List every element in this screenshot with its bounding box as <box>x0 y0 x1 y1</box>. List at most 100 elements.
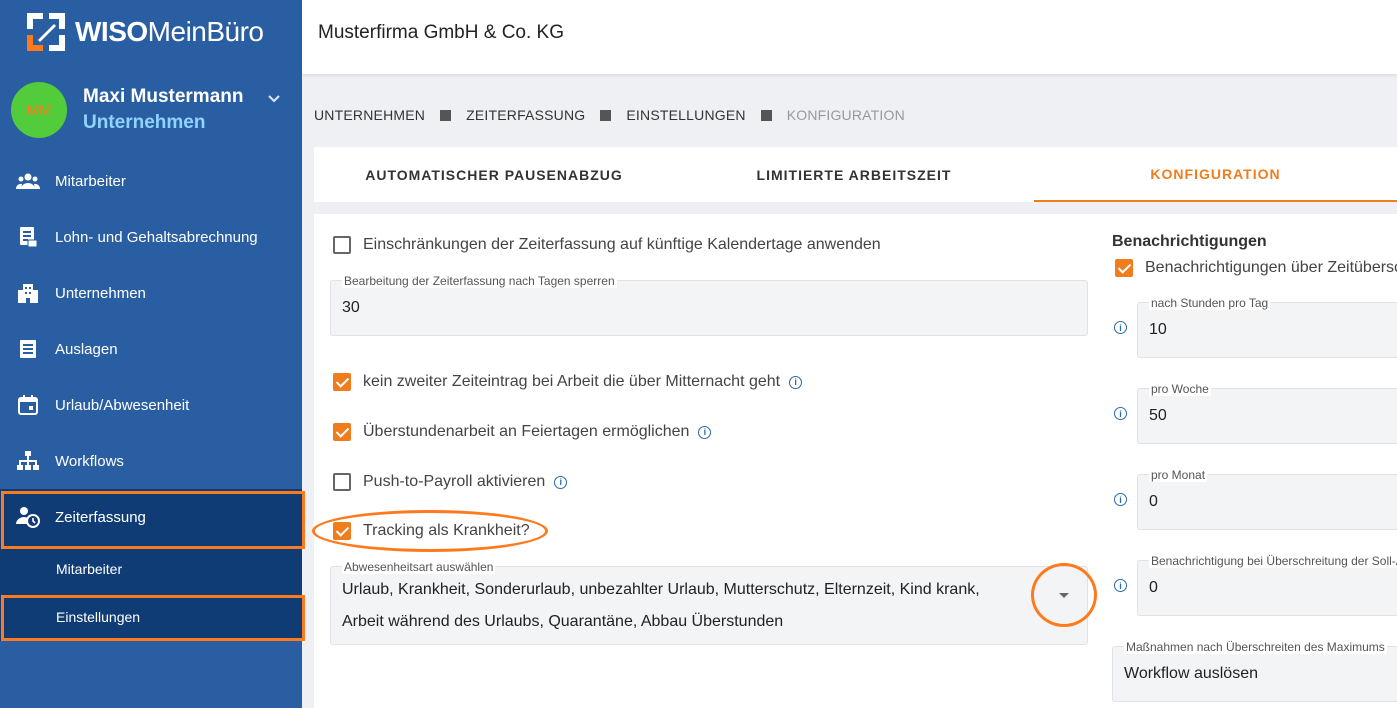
brand-logo[interactable]: WISOMeinBüro <box>27 12 264 52</box>
payroll-icon <box>16 225 40 249</box>
measures-label: Maßnahmen nach Überschreiten des Maximum… <box>1124 640 1387 654</box>
sidebar-item-label: Lohn- und Gehaltsabrechnung <box>55 228 258 246</box>
breadcrumb-item[interactable]: ZEITERFASSUNG <box>466 107 585 123</box>
people-icon <box>16 169 40 193</box>
absence-type-value-line2: Arbeit während des Urlaubs, Quarantäne, … <box>342 613 784 630</box>
absence-type-value-line1: Urlaub, Krankheit, Sonderurlaub, unbezah… <box>342 581 980 598</box>
hours-per-week-value: 50 <box>1149 407 1167 424</box>
sidebar-item-urlaub[interactable]: Urlaub/Abwesenheit <box>0 377 302 433</box>
tab-pausenabzug[interactable]: AUTOMATISCHER PAUSENABZUG <box>314 147 674 202</box>
brand-name-bold: WISO <box>75 16 148 47</box>
highlight-ellipse <box>1031 563 1097 627</box>
sidebar-item-lohn[interactable]: Lohn- und Gehaltsabrechnung <box>0 209 302 265</box>
info-icon[interactable]: i <box>1114 321 1127 334</box>
lock-days-field[interactable]: Bearbeitung der Zeiterfassung nach Tagen… <box>330 274 1088 336</box>
measures-value: Workflow auslösen <box>1124 665 1258 682</box>
company-name: Musterfirma GmbH & Co. KG <box>318 22 564 43</box>
chevron-down-icon[interactable] <box>267 92 281 106</box>
sidebar-item-zeiterfassung[interactable]: Zeiterfassung <box>0 489 305 549</box>
calendar-icon <box>16 393 40 417</box>
breadcrumb-item[interactable]: UNTERNEHMEN <box>314 107 425 123</box>
hours-per-day-label: nach Stunden pro Tag <box>1149 296 1271 310</box>
target-exceed-value: 0 <box>1149 579 1158 596</box>
receipt-icon <box>16 337 40 361</box>
lock-days-label: Bearbeitung der Zeiterfassung nach Tagen… <box>342 274 617 288</box>
sidebar-item-label: Mitarbeiter <box>55 172 126 190</box>
midnight-checkbox-row[interactable]: kein zweiter Zeiteintrag bei Arbeit die … <box>333 373 803 391</box>
info-icon[interactable]: i <box>1114 407 1127 420</box>
sidebar-nav: Mitarbeiter Lohn- und Gehaltsabrechnung … <box>0 153 305 641</box>
breadcrumb-separator <box>760 109 772 121</box>
brand-name-rest: MeinBüro <box>147 16 264 47</box>
restrict-checkbox[interactable] <box>333 236 351 254</box>
hours-per-month-label: pro Monat <box>1149 468 1208 482</box>
hours-per-month-value: 0 <box>1149 493 1158 510</box>
subnav-item-einstellungen[interactable]: Einstellungen <box>0 593 305 641</box>
midnight-checkbox[interactable] <box>333 373 351 391</box>
user-menu[interactable]: MM Maxi Mustermann Unternehmen <box>11 82 280 138</box>
tab-arbeitszeit[interactable]: LIMITIERTE ARBEITSZEIT <box>674 147 1034 202</box>
overtime-label: Benachrichtigungen über Zeitübersc <box>1145 259 1397 276</box>
payroll-label: Push-to-Payroll aktivieren <box>363 473 546 490</box>
target-exceed-label: Benachrichtigung bei Überschreitung der … <box>1149 554 1397 568</box>
midnight-label: kein zweiter Zeiteintrag bei Arbeit die … <box>363 373 781 390</box>
holiday-checkbox-row[interactable]: Überstundenarbeit an Feiertagen ermöglic… <box>333 423 712 441</box>
info-icon[interactable]: i <box>698 425 712 439</box>
subnav-item-mitarbeiter[interactable]: Mitarbeiter <box>0 545 302 593</box>
lock-days-value: 30 <box>342 299 360 316</box>
sidebar-item-workflows[interactable]: Workflows <box>0 433 302 489</box>
breadcrumb-item[interactable]: EINSTELLUNGEN <box>626 107 745 123</box>
info-icon[interactable]: i <box>1114 579 1127 592</box>
brand-name: WISOMeinBüro <box>75 16 264 48</box>
absence-type-select[interactable]: Abwesenheitsart auswählen Urlaub, Krankh… <box>330 560 1088 645</box>
hours-per-week-field[interactable]: pro Woche 50 <box>1137 382 1397 444</box>
measures-select[interactable]: Maßnahmen nach Überschreiten des Maximum… <box>1112 640 1397 702</box>
settings-panel: Einschränkungen der Zeiterfassung auf kü… <box>312 214 1397 708</box>
highlight-ellipse <box>312 510 548 552</box>
topbar: Musterfirma GmbH & Co. KG <box>302 0 1397 74</box>
payroll-checkbox[interactable] <box>333 473 351 491</box>
user-role: Unternehmen <box>83 112 206 133</box>
absence-type-label: Abwesenheitsart auswählen <box>342 560 496 574</box>
hours-per-week-label: pro Woche <box>1149 382 1211 396</box>
wiso-logo-icon <box>27 13 65 51</box>
sidebar-subnav: Mitarbeiter Einstellungen <box>0 545 305 641</box>
breadcrumb-separator <box>440 109 452 121</box>
workflow-icon <box>16 449 40 473</box>
time-tracking-icon <box>16 505 40 529</box>
tab-konfiguration[interactable]: KONFIGURATION <box>1034 147 1397 202</box>
breadcrumb-current: KONFIGURATION <box>786 107 905 123</box>
overtime-checkbox[interactable] <box>1115 259 1133 277</box>
breadcrumb: UNTERNEHMEN ZEITERFASSUNG EINSTELLUNGEN … <box>314 107 905 123</box>
sidebar-item-auslagen[interactable]: Auslagen <box>0 321 302 377</box>
breadcrumb-separator <box>600 109 612 121</box>
sidebar-item-label: Auslagen <box>55 340 118 358</box>
target-exceed-field[interactable]: Benachrichtigung bei Überschreitung der … <box>1137 554 1397 616</box>
hours-per-day-value: 10 <box>1149 321 1167 338</box>
sidebar-item-label: Zeiterfassung <box>55 508 146 526</box>
overtime-checkbox-row[interactable]: Benachrichtigungen über Zeitübersc <box>1115 259 1397 277</box>
avatar: MM <box>11 82 67 138</box>
info-icon[interactable]: i <box>1114 493 1127 506</box>
hours-per-month-field[interactable]: pro Monat 0 <box>1137 468 1397 530</box>
subnav-item-label: Einstellungen <box>56 609 141 625</box>
user-name: Maxi Mustermann <box>83 86 244 107</box>
sidebar-item-label: Unternehmen <box>55 284 146 302</box>
sidebar-item-label: Urlaub/Abwesenheit <box>55 396 190 414</box>
tab-bar: AUTOMATISCHER PAUSENABZUG LIMITIERTE ARB… <box>314 147 1397 202</box>
hours-per-day-field[interactable]: nach Stunden pro Tag 10 <box>1137 296 1397 358</box>
payroll-checkbox-row[interactable]: Push-to-Payroll aktivieren i <box>333 473 568 491</box>
holiday-checkbox[interactable] <box>333 423 351 441</box>
sidebar-item-unternehmen[interactable]: Unternehmen <box>0 265 302 321</box>
restrict-label: Einschränkungen der Zeiterfassung auf kü… <box>363 236 881 253</box>
notifications-title: Benachrichtigungen <box>1112 233 1267 250</box>
building-icon <box>16 281 40 305</box>
restrict-checkbox-row[interactable]: Einschränkungen der Zeiterfassung auf kü… <box>333 236 881 254</box>
info-icon[interactable]: i <box>789 375 803 389</box>
sidebar: WISOMeinBüro MM Maxi Mustermann Unterneh… <box>0 0 305 708</box>
info-icon[interactable]: i <box>554 475 568 489</box>
sidebar-item-mitarbeiter[interactable]: Mitarbeiter <box>0 153 302 209</box>
subnav-item-label: Mitarbeiter <box>56 561 123 577</box>
user-info: Maxi Mustermann Unternehmen <box>83 86 243 134</box>
holiday-label: Überstundenarbeit an Feiertagen ermöglic… <box>363 423 690 440</box>
